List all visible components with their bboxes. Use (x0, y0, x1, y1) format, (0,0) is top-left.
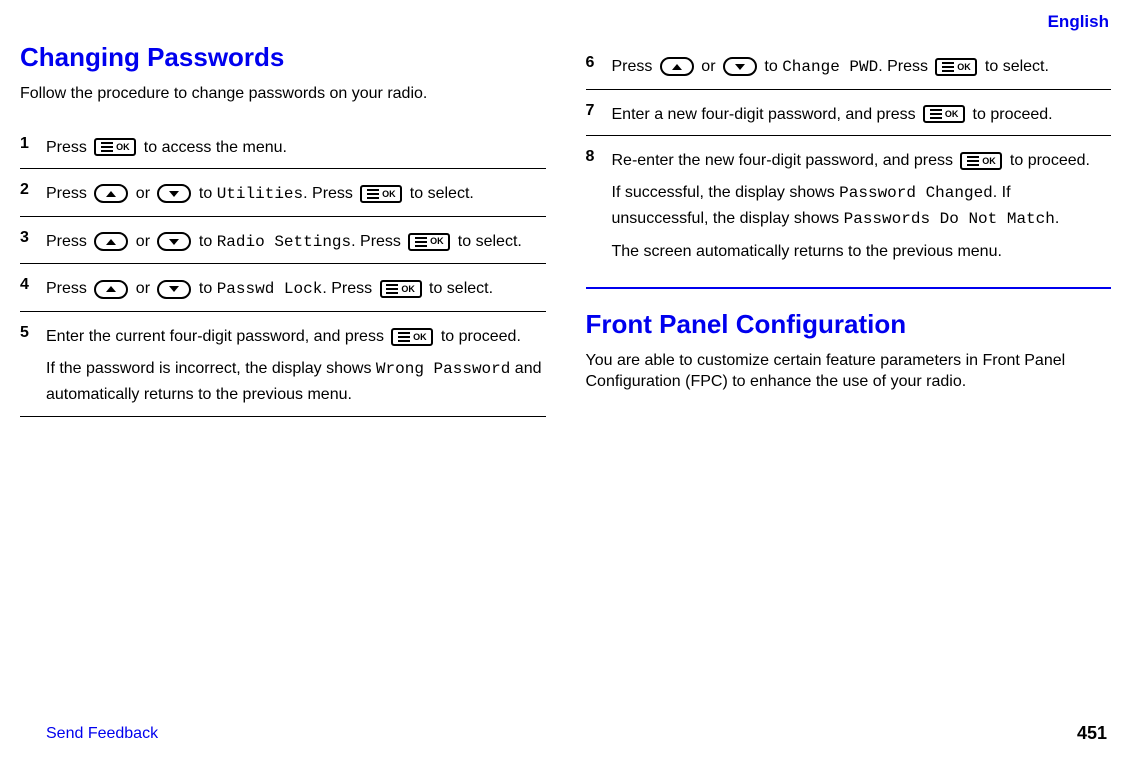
step-body: Enter the current four-digit password, a… (46, 318, 546, 408)
display-message: Passwords Do Not Match (844, 210, 1055, 228)
step-number: 1 (20, 129, 46, 153)
menu-ok-button-icon: OK (391, 328, 433, 346)
menu-ok-button-icon: OK (960, 152, 1002, 170)
step-text: The screen automatically returns to the … (612, 239, 1112, 265)
menu-ok-button-icon: OK (94, 138, 136, 156)
step-6: 6 Press or to Change PWD. Press OK to se… (586, 42, 1112, 89)
step-number: 7 (586, 96, 612, 120)
step-body: Re-enter the new four-digit password, an… (612, 142, 1112, 264)
step-number: 8 (586, 142, 612, 166)
section2-title: Front Panel Configuration (586, 309, 1112, 340)
step-body: Press or to Passwd Lock. Press OK to sel… (46, 270, 546, 303)
section1-title: Changing Passwords (20, 42, 546, 73)
down-arrow-button-icon (157, 280, 191, 299)
menu-ok-button-icon: OK (360, 185, 402, 203)
main-content: Changing Passwords Follow the procedure … (20, 12, 1111, 417)
down-arrow-button-icon (157, 232, 191, 251)
step-number: 2 (20, 175, 46, 199)
footer: Send Feedback 451 (20, 723, 1111, 744)
step-text: to proceed. (968, 106, 1053, 123)
down-arrow-button-icon (157, 184, 191, 203)
step-body: Enter a new four-digit password, and pre… (612, 96, 1112, 128)
up-arrow-button-icon (94, 232, 128, 251)
menu-ok-button-icon: OK (380, 280, 422, 298)
step-text: to select. (425, 280, 493, 297)
step-number: 4 (20, 270, 46, 294)
step-7: 7 Enter a new four-digit password, and p… (586, 89, 1112, 136)
step-2: 2 Press or to Utilities. Press OK to sel… (20, 168, 546, 216)
step-text: . Press (878, 58, 932, 75)
menu-item-label: Radio Settings (217, 233, 351, 251)
step-text: or (131, 233, 154, 250)
menu-item-label: Change PWD (782, 58, 878, 76)
step-text: . Press (303, 185, 357, 202)
right-column: 6 Press or to Change PWD. Press OK to se… (586, 42, 1112, 417)
step-5: 5 Enter the current four-digit password,… (20, 311, 546, 417)
up-arrow-button-icon (94, 280, 128, 299)
section-divider (586, 287, 1112, 289)
step-text: to select. (405, 185, 473, 202)
step-1: 1 Press OK to access the menu. (20, 123, 546, 169)
step-text: to (194, 233, 216, 250)
step-text: Enter the current four-digit password, a… (46, 328, 388, 345)
section2-intro: You are able to customize certain featur… (586, 350, 1112, 393)
step-text: to select. (453, 233, 521, 250)
step-text: to access the menu. (139, 139, 287, 156)
menu-ok-button-icon: OK (935, 58, 977, 76)
step-number: 5 (20, 318, 46, 342)
step-text: to proceed. (436, 328, 521, 345)
step-number: 6 (586, 48, 612, 72)
step-text: . (1055, 210, 1059, 227)
step-8: 8 Re-enter the new four-digit password, … (586, 135, 1112, 272)
step-text: . Press (322, 280, 376, 297)
step-body: Press OK to access the menu. (46, 129, 546, 161)
step-text: Press (46, 139, 91, 156)
up-arrow-button-icon (94, 184, 128, 203)
step-text: Enter a new four-digit password, and pre… (612, 106, 921, 123)
display-message: Wrong Password (376, 360, 510, 378)
step-text: or (131, 280, 154, 297)
menu-ok-button-icon: OK (923, 105, 965, 123)
step-text: to (194, 280, 216, 297)
step-text: or (697, 58, 720, 75)
section1-intro: Follow the procedure to change passwords… (20, 83, 546, 105)
menu-ok-button-icon: OK (408, 233, 450, 251)
send-feedback-link[interactable]: Send Feedback (20, 725, 158, 743)
step-text: to proceed. (1005, 152, 1090, 169)
step-text: If the password is incorrect, the displa… (46, 360, 376, 377)
step-text: or (131, 185, 154, 202)
step-text: If successful, the display shows (612, 184, 840, 201)
step-text: Re-enter the new four-digit password, an… (612, 152, 958, 169)
left-column: Changing Passwords Follow the procedure … (20, 42, 546, 417)
step-text: to (760, 58, 782, 75)
step-text: Press (46, 280, 91, 297)
display-message: Password Changed (839, 184, 993, 202)
step-text: to (194, 185, 216, 202)
step-text: to select. (980, 58, 1048, 75)
step-text: Press (46, 185, 91, 202)
step-body: Press or to Utilities. Press OK to selec… (46, 175, 546, 208)
step-body: Press or to Radio Settings. Press OK to … (46, 223, 546, 256)
step-text: Press (46, 233, 91, 250)
step-3: 3 Press or to Radio Settings. Press OK t… (20, 216, 546, 264)
menu-item-label: Passwd Lock (217, 280, 323, 298)
step-body: Press or to Change PWD. Press OK to sele… (612, 48, 1112, 81)
down-arrow-button-icon (723, 57, 757, 76)
step-number: 3 (20, 223, 46, 247)
step-text: . Press (351, 233, 405, 250)
step-text: Press (612, 58, 657, 75)
up-arrow-button-icon (660, 57, 694, 76)
menu-item-label: Utilities (217, 185, 303, 203)
header-language: English (1048, 12, 1109, 32)
page-number: 451 (1077, 723, 1111, 744)
step-4: 4 Press or to Passwd Lock. Press OK to s… (20, 263, 546, 311)
